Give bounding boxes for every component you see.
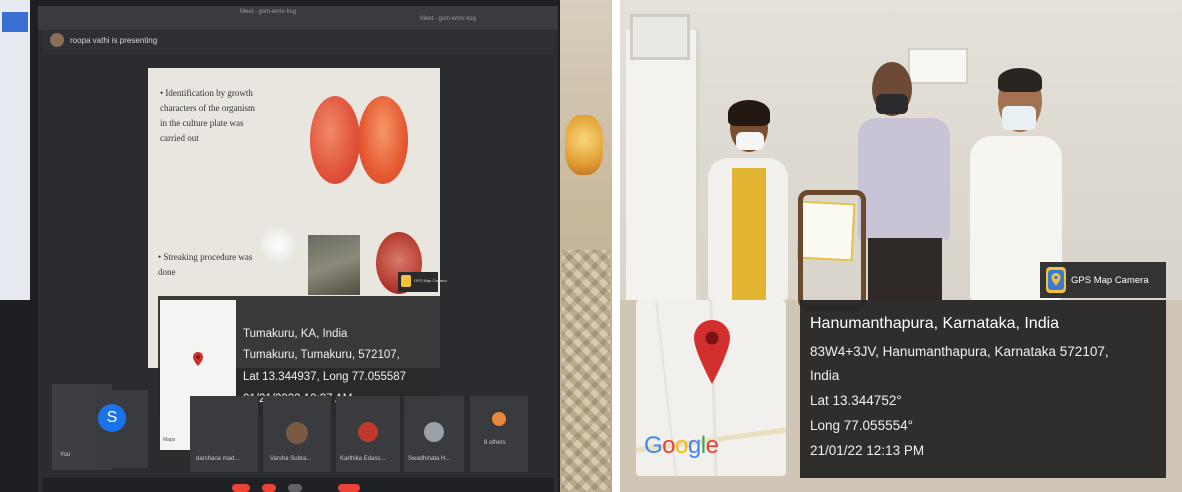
person-center-mask: [876, 94, 908, 114]
geotag-line-2: Tumakuru, Tumakuru, 572107,: [243, 349, 400, 361]
chair: [798, 190, 866, 310]
participant-tile: [470, 396, 528, 472]
gps-stamp-small-text: GPS Map Camera: [414, 278, 447, 283]
gps-stamp-small-icon: [401, 275, 411, 287]
glass-object: [565, 115, 603, 175]
camera-button: [288, 484, 302, 492]
person-left-hair: [728, 100, 770, 126]
person-right-mask: [1002, 106, 1036, 130]
mic-button: [262, 484, 276, 492]
gps-brand-label: GPS Map Camera: [1071, 275, 1149, 286]
left-photo: Meet - gsm-wnrv-ksg Meet - gsm-wnrv-ksg …: [0, 0, 612, 492]
google-logo-letter: e: [705, 432, 719, 459]
map-pin-icon: [694, 320, 730, 389]
google-logo: Google: [644, 432, 719, 460]
participant-initial-badge: S: [98, 404, 126, 432]
participant-name: You: [60, 452, 71, 458]
map-pin-icon: [193, 352, 203, 371]
participant-name: darshana mad...: [196, 456, 240, 462]
browser-titlebar: [38, 6, 558, 30]
google-logo-letter: o: [662, 432, 676, 459]
slide-bullet-1: • Identification by growth characters of…: [160, 88, 256, 143]
white-paper: [0, 0, 30, 300]
leave-button: [338, 484, 360, 492]
right-photo: GPS Map Camera Google Hanumanthapura, Ka…: [620, 0, 1182, 492]
google-logo-letter: g: [687, 432, 701, 459]
avatar: [50, 33, 64, 47]
tablecloth-pattern-overlay: [562, 250, 610, 492]
google-logo-letter: G: [644, 432, 663, 459]
google-logo-letter: o: [675, 432, 688, 459]
door-frame: [626, 30, 700, 300]
participant-name: Varsha Subra...: [270, 456, 312, 462]
geotag-line-6: 21/01/22 12:13 PM: [810, 443, 925, 458]
meet-tab-title: Meet - gsm-wnrv-ksg: [240, 9, 297, 15]
geotag-line-3: India: [810, 368, 840, 383]
meet-tab-title-2: Meet - gsm-wnrv-ksg: [420, 16, 477, 22]
streaking-photo: [308, 235, 360, 295]
door-window: [630, 14, 690, 60]
participant-name: Swadhinata H...: [408, 456, 451, 462]
culture-plate-right: [358, 96, 408, 184]
person-center-shirt: [858, 118, 950, 240]
slide-bullet-2: • Streaking procedure was done: [158, 252, 253, 277]
geotag-line-1: Hanumanthapura, Karnataka, India: [810, 315, 1060, 332]
participant-avatar: [358, 422, 378, 442]
person-right-hair: [998, 68, 1042, 92]
person-center-trousers: [868, 238, 942, 300]
participant-avatar: [424, 422, 444, 442]
person-left-mask: [736, 132, 764, 150]
geotag-line-5: Long 77.055554°: [810, 418, 913, 433]
geotag-line-2: 83W4+3JV, Hanumanthapura, Karnataka 5721…: [810, 344, 1109, 359]
map-brand-small: Maps: [163, 437, 176, 443]
wall-window: [908, 48, 968, 84]
blue-sticker: [2, 12, 28, 32]
culture-plate-left: [310, 96, 360, 184]
participant-name: Karthika Edass...: [340, 456, 386, 462]
person-left-dress: [732, 168, 766, 300]
participant-name: 8 others: [484, 440, 506, 446]
google-logo-text: Google: [644, 432, 719, 459]
end-call-button: [232, 484, 250, 492]
geotag-line-1: Tumakuru, KA, India: [243, 328, 348, 340]
geotag-line-4: Lat 13.344752°: [810, 393, 902, 408]
participant-avatar: [492, 412, 506, 426]
glare: [258, 225, 298, 265]
gps-map-camera-icon: [1046, 267, 1066, 293]
participant-avatar: [286, 422, 308, 444]
presenter-banner-text: roopa vathi is presenting: [70, 36, 158, 45]
geotag-line-3: Lat 13.344937, Long 77.055587: [243, 371, 407, 383]
